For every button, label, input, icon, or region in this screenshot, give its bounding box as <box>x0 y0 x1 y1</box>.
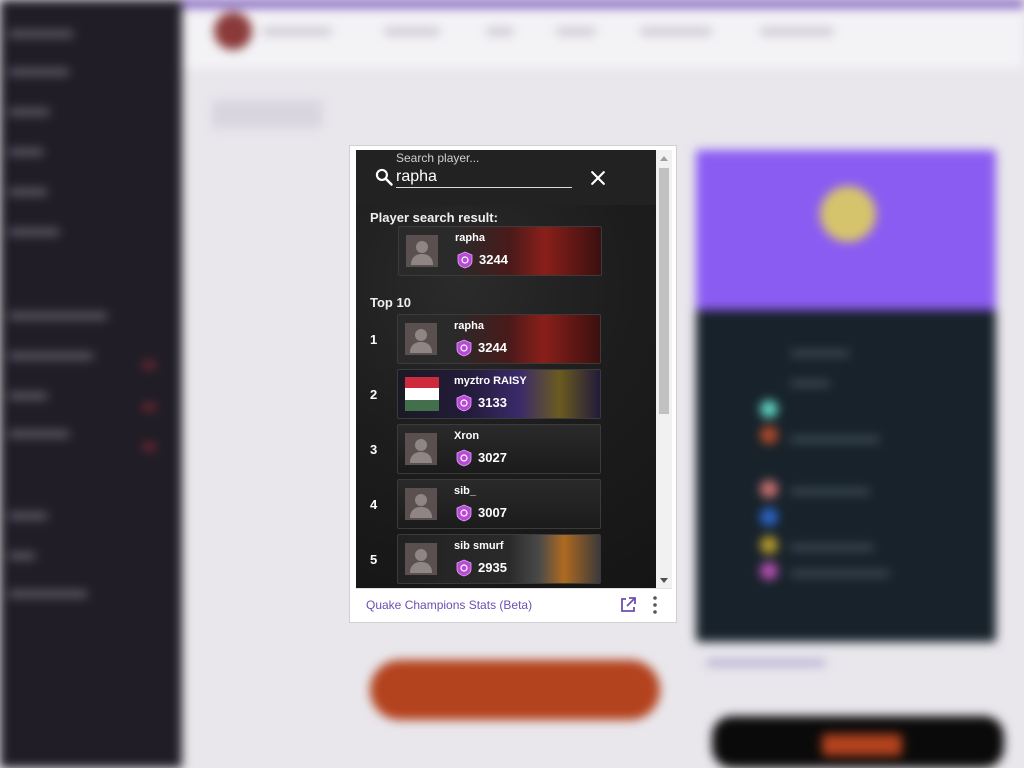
rank-badge-icon <box>456 394 472 412</box>
scroll-thumb[interactable] <box>659 168 669 414</box>
rank-badge-icon <box>456 504 472 522</box>
default-avatar-icon <box>405 543 437 575</box>
popup-scrollbar[interactable] <box>656 150 672 588</box>
search-result-card[interactable]: rapha 3244 <box>398 226 602 276</box>
default-avatar-icon <box>405 323 437 355</box>
player-elo: 2935 <box>478 560 507 575</box>
close-icon[interactable] <box>588 168 608 188</box>
leaderboard-card[interactable]: Xron 3027 <box>397 424 601 474</box>
rank-number: 1 <box>370 332 378 347</box>
rank-badge-icon <box>456 449 472 467</box>
leaderboard-card[interactable]: sib smurf 2935 <box>397 534 601 584</box>
popout-icon[interactable] <box>619 596 637 614</box>
player-name: myztro RAISY <box>454 375 527 387</box>
rank-number: 2 <box>370 387 378 402</box>
background-tab <box>212 100 322 128</box>
popup-footer: Quake Champions Stats (Beta) <box>356 588 672 621</box>
rank-badge-icon <box>456 559 472 577</box>
scroll-up-arrow-icon[interactable] <box>660 156 668 161</box>
default-avatar-icon <box>406 235 438 267</box>
player-elo: 3027 <box>478 450 507 465</box>
player-elo: 3007 <box>478 505 507 520</box>
player-name: rapha <box>454 320 484 332</box>
rank-badge-icon <box>457 251 473 269</box>
search-input[interactable] <box>396 167 572 188</box>
leaderboard-card[interactable]: rapha 3244 <box>397 314 601 364</box>
search-result-heading: Player search result: <box>370 210 498 225</box>
player-elo: 3244 <box>479 252 508 267</box>
rank-number: 3 <box>370 442 378 457</box>
scroll-down-arrow-icon[interactable] <box>660 578 668 583</box>
background-header <box>182 8 1024 68</box>
default-avatar-icon <box>405 433 437 465</box>
extension-popup: Search player... Player search result: r… <box>350 146 676 622</box>
background-banner-2 <box>712 716 1004 768</box>
rank-number: 4 <box>370 497 378 512</box>
rank-number: 5 <box>370 552 378 567</box>
rank-badge-icon <box>456 339 472 357</box>
background-banner <box>370 660 660 720</box>
default-avatar-icon <box>405 488 437 520</box>
leaderboard-card[interactable]: sib_ 3007 <box>397 479 601 529</box>
player-name: Xron <box>454 430 480 442</box>
hungary-flag-icon <box>405 377 439 411</box>
extension-title: Quake Champions Stats (Beta) <box>366 598 533 612</box>
leaderboard-card[interactable]: myztro RAISY 3133 <box>397 369 601 419</box>
search-placeholder: Search player... <box>396 151 480 165</box>
player-name: sib smurf <box>454 540 504 552</box>
player-elo: 3244 <box>478 340 507 355</box>
background-channel-avatar <box>214 12 252 50</box>
top-ten-heading: Top 10 <box>370 295 411 310</box>
player-name: sib_ <box>454 485 477 497</box>
popup-content[interactable]: Search player... Player search result: r… <box>356 150 656 588</box>
player-name: rapha <box>455 232 485 244</box>
search-icon <box>375 168 393 186</box>
player-elo: 3133 <box>478 395 507 410</box>
search-bar: Search player... <box>356 150 656 205</box>
more-vertical-icon[interactable] <box>652 595 658 615</box>
left-navigation <box>0 0 182 768</box>
